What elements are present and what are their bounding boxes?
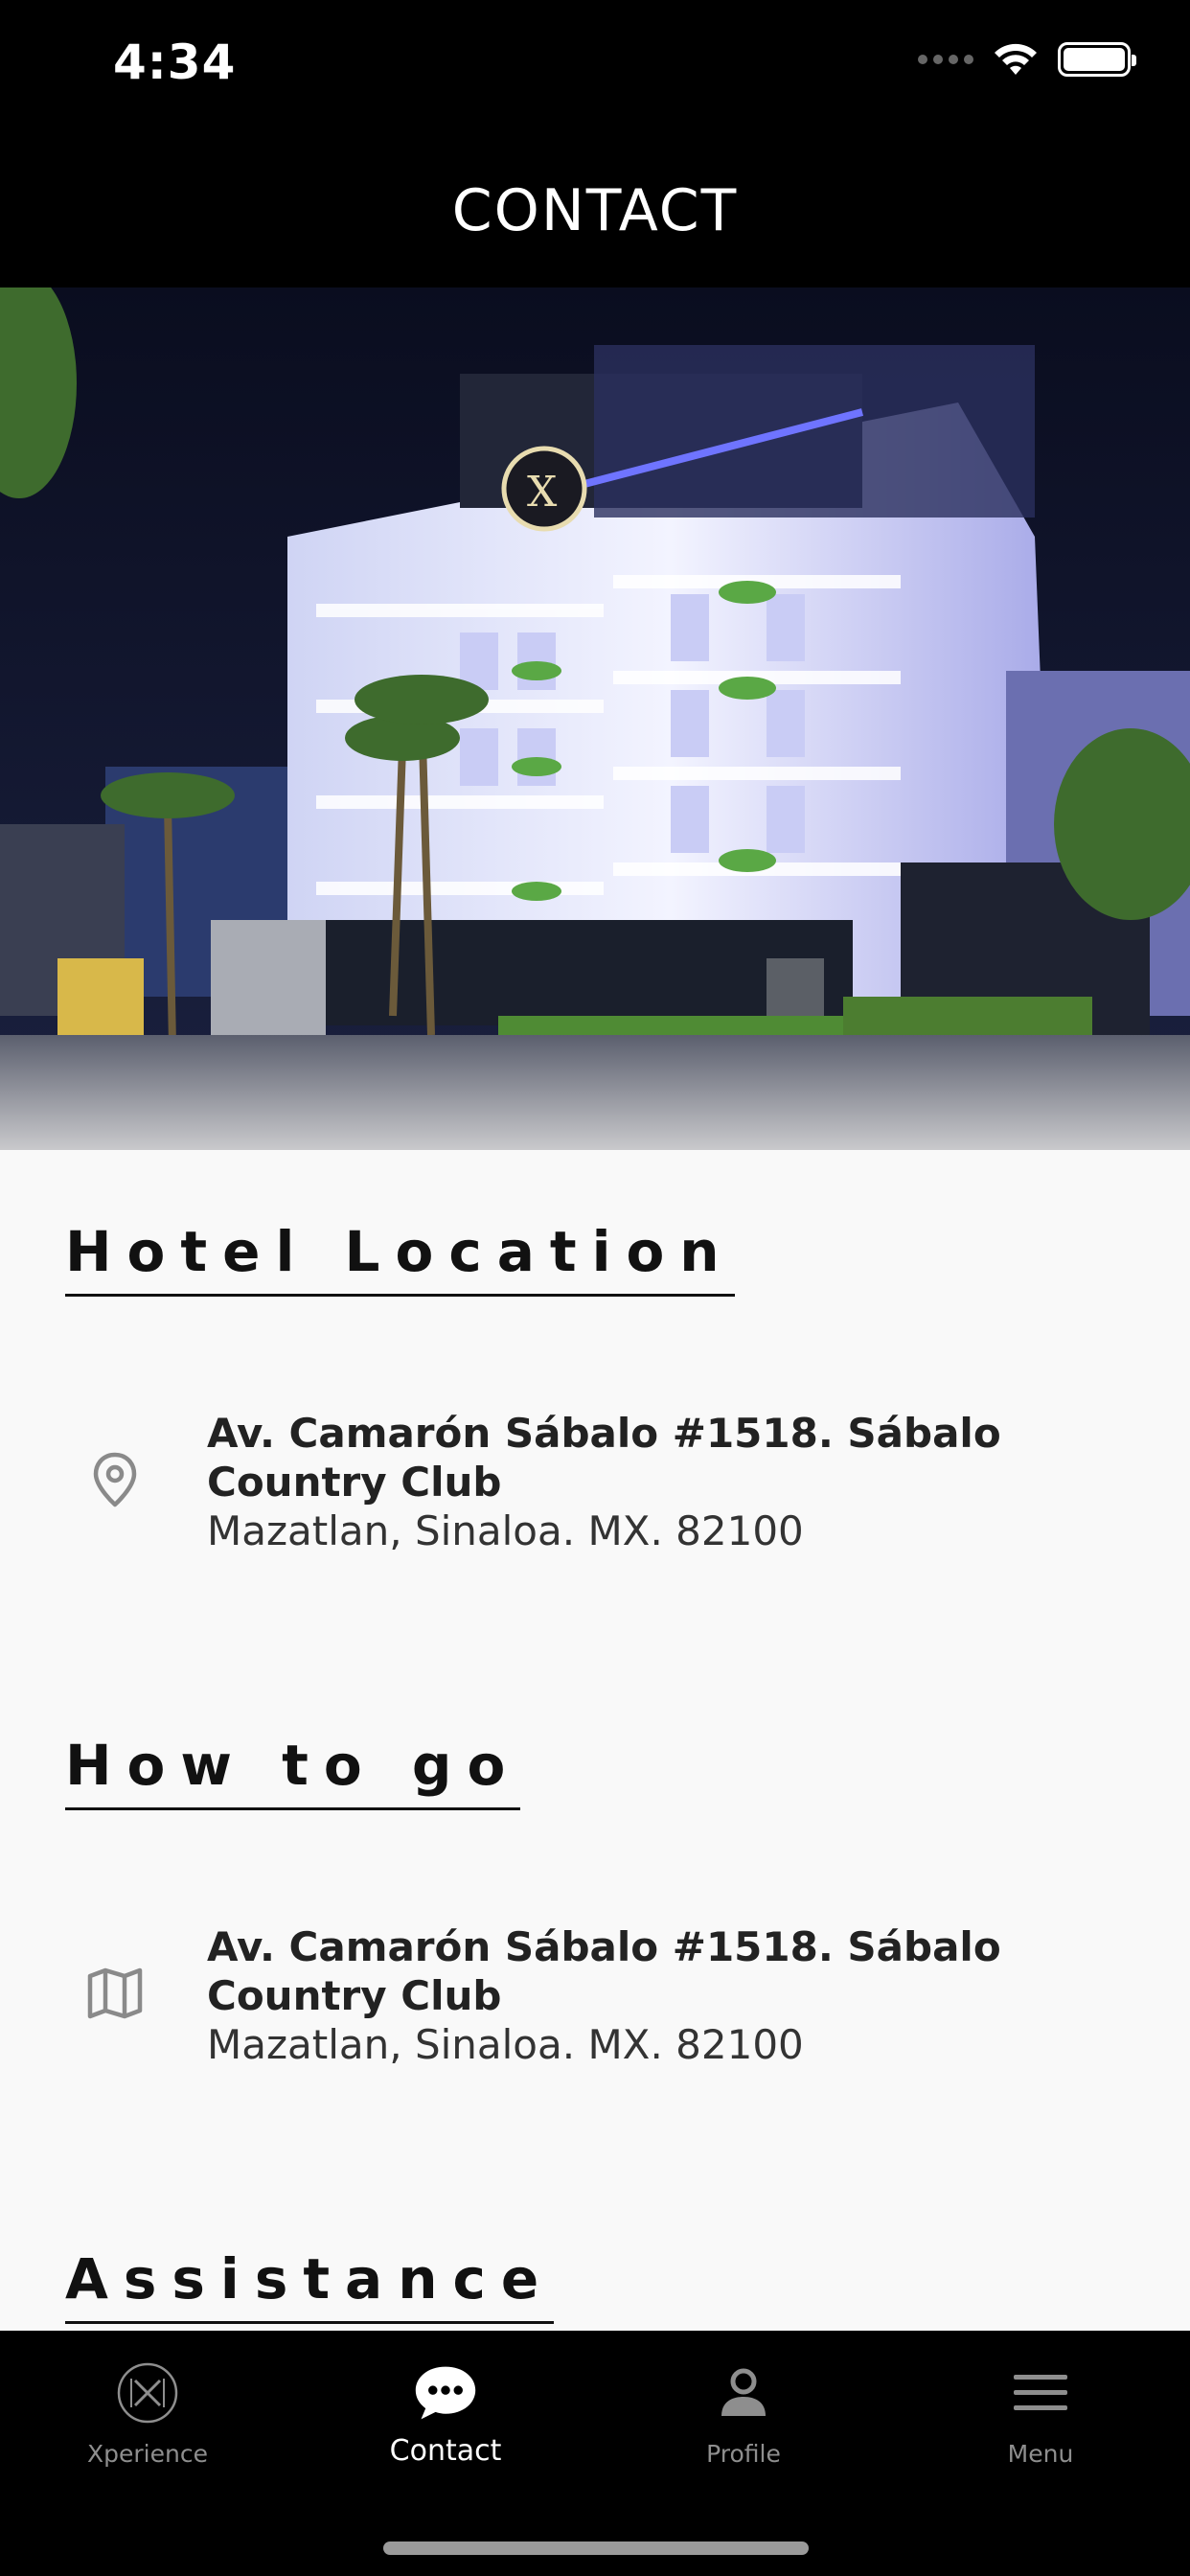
map-icon — [87, 1967, 143, 2019]
status-time: 4:34 — [113, 34, 237, 90]
tab-label: Contact — [389, 2434, 502, 2468]
xperience-logo-icon — [114, 2359, 181, 2426]
hamburger-icon — [1007, 2359, 1074, 2426]
status-bar: 4:34 — [0, 0, 1190, 134]
hotel-location-address: Av. Camarón Sábalo #1518. Sábalo Country… — [207, 1409, 1127, 1555]
address-line1: Av. Camarón Sábalo #1518. Sábalo Country… — [207, 1410, 1001, 1506]
tab-label: Menu — [1007, 2440, 1074, 2468]
svg-text:X: X — [527, 468, 558, 517]
nav-header: CONTACT — [0, 134, 1190, 288]
address-line2: Mazatlan, Sinaloa. MX. 82100 — [207, 2021, 804, 2068]
status-icons — [918, 42, 1136, 77]
hotel-location-row[interactable]: Av. Camarón Sábalo #1518. Sábalo Country… — [0, 1409, 1190, 1555]
tab-profile[interactable]: Profile — [629, 2359, 858, 2503]
section-title-assistance: Assistance — [65, 2246, 555, 2324]
tab-xperience[interactable]: Xperience — [33, 2359, 263, 2503]
chat-bubble-icon — [412, 2359, 479, 2426]
tab-bar: Xperience Contact Profile Menu — [0, 2331, 1190, 2576]
hotel-photo: X — [0, 288, 1190, 1150]
location-pin-icon — [93, 1452, 137, 1507]
address-line2: Mazatlan, Sinaloa. MX. 82100 — [207, 1507, 804, 1554]
section-title-how-to-go: How to go — [65, 1733, 521, 1810]
tab-menu[interactable]: Menu — [926, 2359, 1156, 2503]
person-icon — [710, 2359, 777, 2426]
battery-icon — [1058, 42, 1136, 77]
how-to-go-row[interactable]: Av. Camarón Sábalo #1518. Sábalo Country… — [0, 1922, 1190, 2069]
wifi-icon — [995, 43, 1037, 75]
tab-contact[interactable]: Contact — [331, 2359, 561, 2503]
page-title: CONTACT — [451, 177, 739, 244]
cellular-signal-icon — [918, 55, 973, 64]
section-title-hotel-location: Hotel Location — [65, 1219, 735, 1297]
how-to-go-address: Av. Camarón Sábalo #1518. Sábalo Country… — [207, 1922, 1127, 2069]
address-line1: Av. Camarón Sábalo #1518. Sábalo Country… — [207, 1923, 1001, 2019]
tab-label: Profile — [706, 2440, 781, 2468]
tab-label: Xperience — [87, 2440, 208, 2468]
contact-content: Hotel Location Av. Camarón Sábalo #1518.… — [0, 1150, 1190, 2331]
home-indicator[interactable] — [383, 2542, 809, 2555]
